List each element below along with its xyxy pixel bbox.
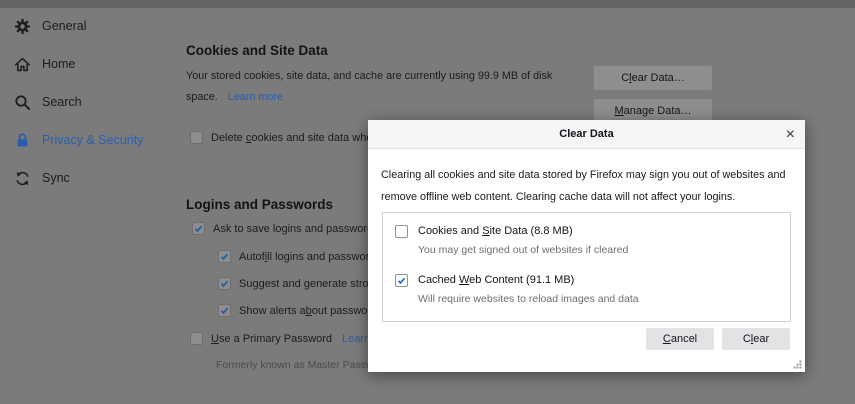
clear-data-dialog: Clear Data × Clearing all cookies and si… xyxy=(368,120,805,372)
cancel-button[interactable]: Cancel xyxy=(646,328,714,350)
resize-grip[interactable] xyxy=(793,360,802,369)
cookies-description: Your stored cookies, site data, and cach… xyxy=(186,66,572,108)
cookies-section-heading: Cookies and Site Data xyxy=(186,43,328,58)
firefox-preferences-window: General Home Search Privacy & Security xyxy=(0,0,855,404)
clear-options-box: Cookies and Site Data (8.8 MB) You may g… xyxy=(382,212,791,322)
suggest-passwords-checkbox[interactable] xyxy=(218,277,231,290)
delete-cookies-checkbox[interactable] xyxy=(190,131,203,144)
logins-section-heading: Logins and Passwords xyxy=(186,197,333,212)
sidebar-item-home[interactable]: Home xyxy=(14,52,75,76)
cached-web-content-option-label: Cached Web Content (91.1 MB) xyxy=(418,273,639,288)
check-icon xyxy=(220,252,229,261)
cached-web-content-option-row[interactable]: Cached Web Content (91.1 MB) Will requir… xyxy=(395,273,778,307)
cookies-site-data-option-description: You may get signed out of websites if cl… xyxy=(418,243,628,258)
home-icon xyxy=(14,56,31,73)
breach-alerts-checkbox[interactable] xyxy=(218,304,231,317)
ask-save-logins-checkbox[interactable] xyxy=(192,222,205,235)
lock-icon xyxy=(14,132,31,149)
check-icon xyxy=(194,224,203,233)
sidebar-label-home: Home xyxy=(42,57,75,71)
check-icon xyxy=(220,279,229,288)
cookies-site-data-checkbox[interactable] xyxy=(395,225,408,238)
close-icon[interactable]: × xyxy=(786,120,795,149)
search-icon xyxy=(14,94,31,111)
cached-web-content-option-description: Will require websites to reload images a… xyxy=(418,292,639,307)
window-top-edge xyxy=(0,0,855,8)
cached-web-content-checkbox[interactable] xyxy=(395,274,408,287)
sidebar-item-search[interactable]: Search xyxy=(14,90,82,114)
check-icon xyxy=(220,306,229,315)
sidebar-item-privacy-security[interactable]: Privacy & Security xyxy=(14,128,143,152)
cookies-learn-more-link[interactable]: Learn more xyxy=(228,91,283,103)
clear-button[interactable]: Clear xyxy=(722,328,790,350)
autofill-logins-label: Autofill logins and passwords xyxy=(239,251,381,263)
cookies-site-data-option-label: Cookies and Site Data (8.8 MB) xyxy=(418,224,628,239)
check-icon xyxy=(397,276,406,285)
cookies-site-data-option-row[interactable]: Cookies and Site Data (8.8 MB) You may g… xyxy=(395,224,778,258)
primary-password-label: Use a Primary Password xyxy=(211,333,332,345)
gear-icon xyxy=(14,18,31,35)
sidebar-item-general[interactable]: General xyxy=(14,14,86,38)
sidebar-label-privacy-security: Privacy & Security xyxy=(42,133,143,147)
master-password-note: Formerly known as Master Password xyxy=(216,359,389,371)
sidebar-label-general: General xyxy=(42,19,86,33)
dialog-title: Clear Data xyxy=(559,128,613,140)
sidebar-item-sync[interactable]: Sync xyxy=(14,166,70,190)
sidebar-label-search: Search xyxy=(42,95,82,109)
sync-icon xyxy=(14,170,31,187)
dialog-header: Clear Data × xyxy=(368,120,805,149)
autofill-logins-checkbox[interactable] xyxy=(218,250,231,263)
sidebar-label-sync: Sync xyxy=(42,171,70,185)
primary-password-checkbox[interactable] xyxy=(190,332,203,345)
dialog-body-text: Clearing all cookies and site data store… xyxy=(381,165,795,208)
autofill-logins-checkbox-row[interactable]: Autofill logins and passwords xyxy=(218,250,381,263)
clear-data-button[interactable]: Clear Data… xyxy=(594,66,712,90)
